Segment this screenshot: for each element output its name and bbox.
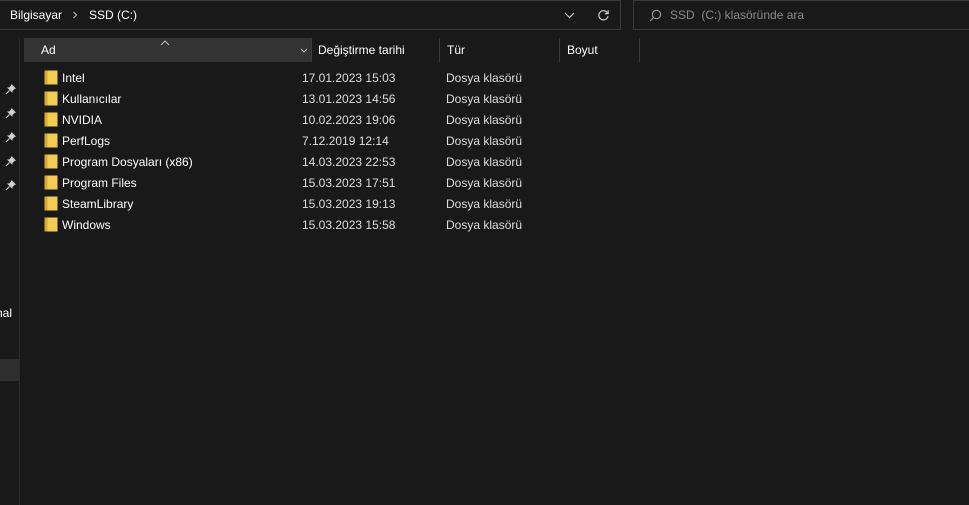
column-header-size-label: Boyut <box>567 43 598 57</box>
file-type: Dosya klasörü <box>446 154 523 169</box>
file-type: Dosya klasörü <box>446 133 523 148</box>
folder-icon <box>44 217 58 232</box>
file-name-cell[interactable]: Kullanıcılar <box>24 91 302 106</box>
file-name: PerfLogs <box>62 133 111 148</box>
file-row[interactable]: Intel 17.01.2023 15:03 Dosya klasörü <box>24 67 969 88</box>
column-header-row: Ad Değiştirme tarihi Tür Boyut <box>24 38 969 62</box>
column-header-size[interactable]: Boyut <box>560 38 640 62</box>
column-filter-dropdown[interactable] <box>296 38 312 62</box>
column-header-type[interactable]: Tür <box>440 38 560 62</box>
nav-item-label-clipped[interactable]: rnal <box>0 306 12 320</box>
file-name: Windows <box>62 217 111 232</box>
file-name-cell[interactable]: Program Files <box>24 175 302 190</box>
file-list: Intel 17.01.2023 15:03 Dosya klasörü Kul… <box>24 67 969 235</box>
breadcrumb-ssd[interactable]: SSD (C:) <box>83 1 137 29</box>
folder-icon <box>44 196 58 211</box>
file-name: Program Files <box>62 175 137 190</box>
file-name: Kullanıcılar <box>62 91 122 106</box>
address-bar[interactable]: Bilgisayar SSD (C:) <box>0 0 621 30</box>
file-type: Dosya klasörü <box>446 217 523 232</box>
file-name-cell[interactable]: Intel <box>24 70 302 85</box>
breadcrumb-bilgisayar[interactable]: Bilgisayar <box>0 1 67 29</box>
pin-icon[interactable] <box>5 83 17 95</box>
file-name-cell[interactable]: SteamLibrary <box>24 196 302 211</box>
folder-icon <box>44 175 58 190</box>
file-date: 15.03.2023 15:58 <box>302 217 396 232</box>
file-date: 15.03.2023 17:51 <box>302 175 396 190</box>
file-type: Dosya klasörü <box>446 175 523 190</box>
chevron-down-icon <box>300 48 307 53</box>
column-header-date-label: Değiştirme tarihi <box>318 43 405 57</box>
file-date: 15.03.2023 19:13 <box>302 196 396 211</box>
file-type: Dosya klasörü <box>446 196 523 211</box>
file-date: 7.12.2019 12:14 <box>302 133 389 148</box>
file-row[interactable]: SteamLibrary 15.03.2023 19:13 Dosya klas… <box>24 193 969 214</box>
search-box[interactable] <box>633 0 969 30</box>
navigation-pane[interactable]: rnal <box>0 38 20 505</box>
address-bar-actions <box>552 1 620 29</box>
file-row[interactable]: Program Files 15.03.2023 17:51 Dosya kla… <box>24 172 969 193</box>
folder-icon <box>44 112 58 127</box>
column-header-type-label: Tür <box>447 43 465 57</box>
column-header-name-label: Ad <box>41 43 56 57</box>
folder-icon <box>44 91 58 106</box>
pin-icon[interactable] <box>5 155 17 167</box>
search-icon <box>634 9 670 22</box>
folder-icon <box>44 133 58 148</box>
file-type: Dosya klasörü <box>446 112 523 127</box>
file-row[interactable]: Windows 15.03.2023 15:58 Dosya klasörü <box>24 214 969 235</box>
file-name: NVIDIA <box>62 112 103 127</box>
file-name-cell[interactable]: PerfLogs <box>24 133 302 148</box>
file-row[interactable]: Kullanıcılar 13.01.2023 14:56 Dosya klas… <box>24 88 969 109</box>
refresh-icon[interactable] <box>586 1 620 29</box>
file-date: 10.02.2023 19:06 <box>302 112 396 127</box>
file-name: Program Dosyaları (x86) <box>62 154 193 169</box>
search-input[interactable] <box>670 8 950 22</box>
file-name: Intel <box>62 70 85 85</box>
file-row[interactable]: NVIDIA 10.02.2023 19:06 Dosya klasörü <box>24 109 969 130</box>
column-header-date[interactable]: Değiştirme tarihi <box>312 38 440 62</box>
file-name-cell[interactable]: NVIDIA <box>24 112 302 127</box>
file-date: 13.01.2023 14:56 <box>302 91 396 106</box>
pin-icon[interactable] <box>5 107 17 119</box>
folder-icon <box>44 154 58 169</box>
file-row[interactable]: PerfLogs 7.12.2019 12:14 Dosya klasörü <box>24 130 969 151</box>
file-name-cell[interactable]: Windows <box>24 217 302 232</box>
sort-up-icon <box>160 35 170 46</box>
file-name: SteamLibrary <box>62 196 134 211</box>
file-row[interactable]: Program Dosyaları (x86) 14.03.2023 22:53… <box>24 151 969 172</box>
file-date: 17.01.2023 15:03 <box>302 70 396 85</box>
file-date: 14.03.2023 22:53 <box>302 154 396 169</box>
pin-icon[interactable] <box>5 179 17 191</box>
file-explorer-window: Bilgisayar SSD (C:) SSD (C:) klasöründe … <box>0 0 969 505</box>
nav-item-selected[interactable] <box>0 359 19 381</box>
chevron-down-icon[interactable] <box>552 1 586 29</box>
column-header-name[interactable]: Ad <box>24 38 296 62</box>
folder-icon <box>44 70 58 85</box>
file-type: Dosya klasörü <box>446 91 523 106</box>
chevron-right-icon[interactable] <box>67 1 83 29</box>
pin-icon[interactable] <box>5 131 17 143</box>
file-name-cell[interactable]: Program Dosyaları (x86) <box>24 154 302 169</box>
file-type: Dosya klasörü <box>446 70 523 85</box>
